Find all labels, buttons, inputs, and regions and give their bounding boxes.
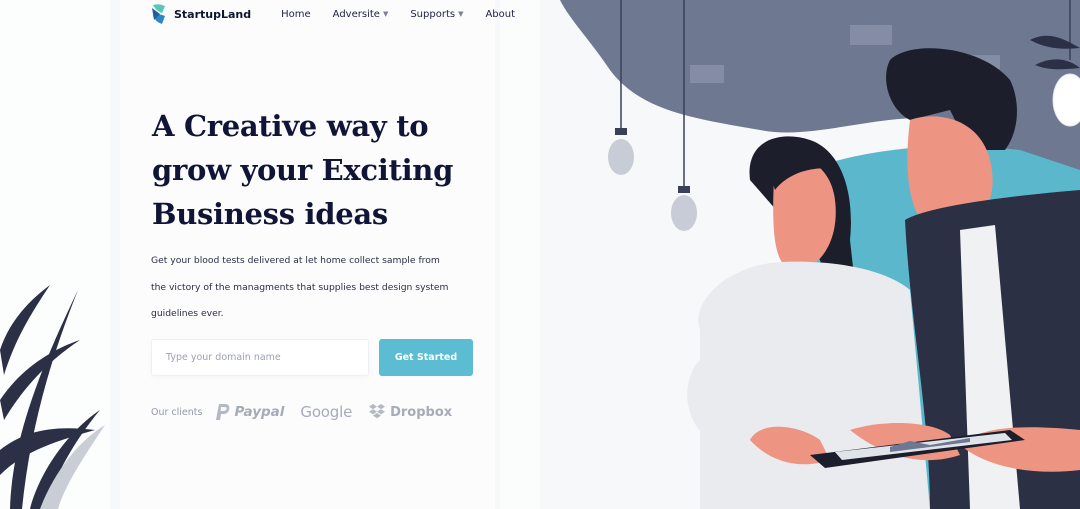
nav-item-home[interactable]: Home <box>281 9 311 20</box>
brand[interactable]: StartupLand <box>150 3 251 25</box>
hero-title-line: A Creative way to <box>152 109 429 143</box>
nav-item-adversite[interactable]: Adversite ▼ <box>333 9 389 20</box>
hero-title: A Creative way to grow your Exciting Bus… <box>152 104 482 236</box>
google-wordmark: Google <box>300 403 353 421</box>
nav-item-label: About <box>485 8 516 20</box>
hero-subtitle-line: guidelines ever. <box>151 308 224 319</box>
domain-input[interactable] <box>151 339 369 376</box>
brand-logo-icon <box>152 4 165 24</box>
chevron-down-icon: ▼ <box>458 10 464 18</box>
hero-title-line: grow your Exciting <box>152 153 454 187</box>
plant-illustration <box>0 285 105 509</box>
brand-name: StartupLand <box>174 7 252 21</box>
paypal-wordmark: Paypal <box>234 404 285 420</box>
dropbox-logo: Dropbox <box>368 404 452 420</box>
dropbox-wordmark: Dropbox <box>390 404 453 420</box>
nav-item-label: Adversite <box>332 8 380 20</box>
paypal-icon <box>216 403 230 420</box>
nav-item-label: Supports <box>410 8 456 20</box>
hero-illustration <box>560 0 1080 509</box>
clients-label: Our clients <box>151 406 203 418</box>
background-pillar <box>500 0 540 509</box>
paypal-logo: Paypal <box>216 403 285 421</box>
top-nav: StartupLand Home Adversite ▼ Supports ▼ … <box>150 0 537 28</box>
hero-title-line: Business ideas <box>152 197 388 231</box>
hero-subtitle: Get your blood tests delivered at let ho… <box>151 248 471 328</box>
hero-subtitle-line: Get your blood tests delivered at let ho… <box>151 255 440 266</box>
dropbox-icon <box>369 404 386 419</box>
client-logos: Our clients Paypal Google Dropbox <box>151 400 468 424</box>
google-logo: Google <box>300 403 352 421</box>
hero-subtitle-line: the victory of the managments that suppl… <box>151 281 449 293</box>
nav-item-supports[interactable]: Supports ▼ <box>410 9 463 20</box>
get-started-button[interactable]: Get Started <box>379 339 473 376</box>
nav-item-about[interactable]: About <box>485 9 515 20</box>
nav-item-label: Home <box>281 8 311 20</box>
chevron-down-icon: ▼ <box>382 10 389 18</box>
